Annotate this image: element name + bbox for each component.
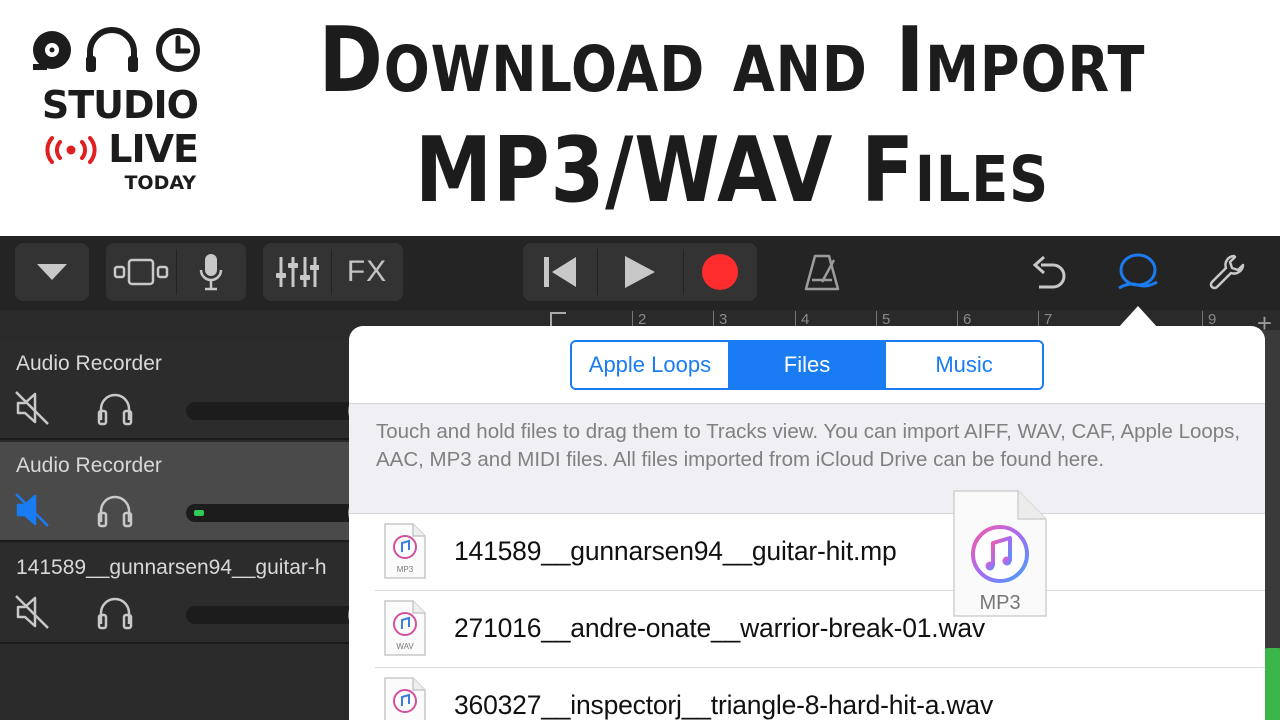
- rewind-icon: [544, 257, 576, 287]
- studio-live-today-logo: STUDIO LIVE TODAY: [28, 26, 204, 196]
- volume-slider[interactable]: [186, 395, 380, 427]
- file-list-item[interactable]: MP3 141589__gunnarsen94__guitar-hit.mp: [375, 514, 1265, 591]
- tab-files[interactable]: Files: [729, 342, 887, 388]
- tracks-view-button[interactable]: [106, 243, 176, 301]
- garageband-app: FX 2 3 4 5 6 7 9 + Audio Recorder Audio …: [0, 236, 1280, 720]
- import-hint-box: Touch and hold files to drag them to Tra…: [349, 403, 1265, 514]
- metronome-icon: [804, 254, 840, 291]
- play-icon: [625, 256, 655, 288]
- audio-file-icon: WAV: [384, 600, 426, 656]
- fx-button[interactable]: FX: [331, 243, 403, 301]
- logo-studio-text: STUDIO: [41, 83, 199, 127]
- rewind-button[interactable]: [523, 243, 597, 301]
- tracks-menu-button[interactable]: [15, 243, 89, 301]
- clock-icon: [156, 28, 200, 72]
- import-hint-text: Touch and hold files to drag them to Tra…: [376, 420, 1241, 471]
- mixer-group: FX: [263, 243, 403, 301]
- volume-slider[interactable]: [186, 497, 380, 529]
- loop-browser-popover: Apple Loops Files Music Touch and hold f…: [349, 326, 1265, 720]
- play-button[interactable]: [597, 243, 683, 301]
- undo-icon: [1032, 255, 1066, 289]
- audio-file-icon: WAV: [384, 677, 426, 720]
- mute-speaker-icon[interactable]: [14, 492, 50, 528]
- vinyl-icon: [33, 31, 71, 70]
- volume-slider[interactable]: [186, 599, 380, 631]
- mute-speaker-icon[interactable]: [14, 390, 50, 426]
- tracks-view-icon: [113, 258, 169, 286]
- headphones-icon[interactable]: [96, 594, 134, 630]
- dragged-file-type-label: MP3: [979, 592, 1021, 614]
- mute-speaker-icon[interactable]: [14, 594, 50, 630]
- track-header[interactable]: Audio Recorder: [0, 442, 380, 542]
- loop-icon: [1118, 253, 1158, 290]
- tab-apple-loops[interactable]: Apple Loops: [572, 342, 730, 388]
- file-list-item[interactable]: WAV 360327__inspectorj__triangle-8-hard-…: [375, 668, 1265, 720]
- title-banner: STUDIO LIVE TODAY Download and Import MP…: [0, 0, 1280, 236]
- record-button[interactable]: [683, 243, 757, 301]
- chevron-down-icon: [37, 264, 67, 280]
- logo-icons: [33, 27, 200, 72]
- microphone-icon: [199, 254, 223, 291]
- settings-button[interactable]: [1196, 243, 1260, 301]
- audio-file-icon: MP3: [384, 523, 426, 579]
- file-type-label: WAV: [396, 642, 414, 651]
- metronome-button[interactable]: [790, 243, 854, 301]
- loop-browser-button[interactable]: [1106, 243, 1170, 301]
- popover-arrow: [1118, 306, 1158, 328]
- file-name: 360327__inspectorj__triangle-8-hard-hit-…: [454, 690, 993, 720]
- live-broadcast-icon: [45, 136, 97, 164]
- record-icon: [702, 254, 738, 290]
- headphones-icon: [86, 27, 138, 72]
- track-name: 141589__gunnarsen94__guitar-h: [16, 556, 327, 579]
- microphone-button[interactable]: [176, 243, 246, 301]
- logo-today-text: TODAY: [124, 172, 196, 194]
- mixer-sliders-icon: [276, 257, 319, 287]
- undo-button[interactable]: [1018, 243, 1080, 301]
- mixer-button[interactable]: [263, 243, 331, 301]
- fx-label: FX: [346, 255, 388, 288]
- level-meter: [194, 510, 204, 516]
- track-name: Audio Recorder: [16, 352, 162, 375]
- logo-live-text: LIVE: [108, 127, 199, 171]
- track-name: Audio Recorder: [16, 454, 162, 477]
- dragged-file-ghost[interactable]: MP3: [950, 488, 1050, 620]
- headphones-icon[interactable]: [96, 492, 134, 528]
- file-name: 141589__gunnarsen94__guitar-hit.mp: [454, 536, 897, 566]
- control-bar: FX: [0, 236, 1280, 310]
- headline-line-2: MP3/WAV Files: [414, 118, 1050, 223]
- view-group: [106, 243, 246, 301]
- track-header[interactable]: 141589__gunnarsen94__guitar-h: [0, 544, 380, 644]
- file-name: 271016__andre-onate__warrior-break-01.wa…: [454, 613, 985, 643]
- headline-line-1: Download and Import: [318, 8, 1146, 113]
- headphones-icon[interactable]: [96, 390, 134, 426]
- file-list-item[interactable]: WAV 271016__andre-onate__warrior-break-0…: [375, 591, 1265, 668]
- tab-music[interactable]: Music: [886, 342, 1042, 388]
- transport-group: [523, 243, 757, 301]
- browser-segmented-control: Apple Loops Files Music: [570, 340, 1044, 390]
- track-header[interactable]: Audio Recorder: [0, 340, 380, 440]
- file-type-label: MP3: [397, 565, 414, 574]
- wrench-icon: [1209, 254, 1245, 290]
